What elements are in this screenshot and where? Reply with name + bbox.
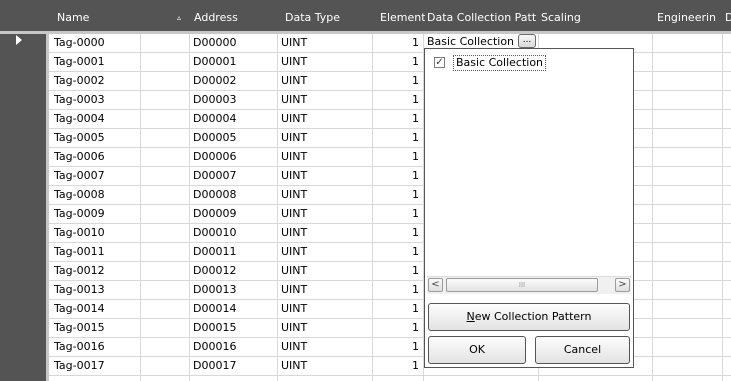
tag-name-cell[interactable]: Tag-0006 [54,148,189,166]
address-cell[interactable]: D00007 [193,167,273,185]
cancel-button[interactable]: Cancel [535,336,630,364]
element-cell[interactable]: 1 [379,205,419,223]
address-cell[interactable]: D00016 [193,338,273,356]
ok-button[interactable]: OK [428,336,526,364]
scroll-left-icon[interactable]: < [428,278,443,292]
data-type-cell[interactable]: UINT [281,262,361,280]
address-cell[interactable]: D00005 [193,129,273,147]
data-type-cell[interactable]: UINT [281,300,361,318]
tag-name-cell[interactable]: Tag-0003 [54,91,189,109]
address-cell[interactable]: D00017 [193,357,273,375]
address-cell[interactable]: D00000 [193,34,273,52]
tag-name-cell[interactable]: Tag-0016 [54,338,189,356]
data-type-cell[interactable]: UINT [281,205,361,223]
element-cell[interactable]: 1 [379,167,419,185]
address-cell[interactable]: D00001 [193,53,273,71]
tag-name-cell[interactable]: Tag-0013 [54,281,189,299]
data-type-cell[interactable]: UINT [281,53,361,71]
data-type-cell[interactable]: UINT [281,72,361,90]
tag-name-cell[interactable]: Tag-0007 [54,167,189,185]
tag-name-cell[interactable]: Tag-0015 [54,319,189,337]
column-header-bar: Name ▵ Address Data Type Element Data Co… [0,0,731,31]
tag-name-cell[interactable]: Tag-0000 [54,34,189,52]
data-type-cell[interactable]: UINT [281,224,361,242]
element-cell[interactable]: 1 [379,262,419,280]
data-type-cell[interactable]: UINT [281,34,361,52]
address-cell[interactable]: D00008 [193,186,273,204]
element-cell[interactable]: 1 [379,319,419,337]
column-header-data-collection-pattern[interactable]: Data Collection Patt [427,11,540,25]
horizontal-scrollbar[interactable]: < III > [427,276,631,294]
address-cell[interactable]: D00009 [193,205,273,223]
tag-name-cell[interactable]: Tag-0010 [54,224,189,242]
element-cell[interactable]: 1 [379,129,419,147]
tag-grid: Name ▵ Address Data Type Element Data Co… [0,0,731,381]
element-cell[interactable]: 1 [379,72,419,90]
data-type-cell[interactable]: UINT [281,129,361,147]
data-type-cell[interactable]: UINT [281,148,361,166]
element-cell[interactable]: 1 [379,110,419,128]
element-cell[interactable]: 1 [379,243,419,261]
column-header-element[interactable]: Element [380,11,425,25]
data-type-cell[interactable]: UINT [281,281,361,299]
address-cell[interactable]: D00012 [193,262,273,280]
address-cell[interactable]: D00013 [193,281,273,299]
data-type-cell[interactable]: UINT [281,167,361,185]
column-header-name[interactable]: Name [57,11,157,25]
element-cell[interactable]: 1 [379,338,419,356]
checkbox-checked-icon[interactable]: ✓ [434,57,445,68]
data-type-cell[interactable]: UINT [281,91,361,109]
tag-name-cell[interactable]: Tag-0008 [54,186,189,204]
tag-name-cell[interactable]: Tag-0001 [54,53,189,71]
data-type-cell[interactable]: UINT [281,243,361,261]
ellipsis-button[interactable]: ... [518,34,536,48]
tag-name-cell[interactable]: Tag-0004 [54,110,189,128]
address-cell[interactable]: D00015 [193,319,273,337]
address-cell[interactable]: D00010 [193,224,273,242]
data-type-cell[interactable]: UINT [281,110,361,128]
tag-name-cell[interactable]: Tag-0017 [54,357,189,375]
data-type-cell[interactable]: UINT [281,357,361,375]
current-row-pointer-icon [16,35,22,45]
element-cell[interactable]: 1 [379,34,419,52]
data-type-cell[interactable]: UINT [281,338,361,356]
tag-name-cell[interactable]: Tag-0009 [54,205,189,223]
tag-name-cell[interactable]: Tag-0005 [54,129,189,147]
column-header-data-type[interactable]: Data Type [285,11,370,25]
column-header-address[interactable]: Address [194,11,274,25]
element-cell[interactable]: 1 [379,281,419,299]
column-header-engineering[interactable]: Engineerin [657,11,723,25]
address-cell[interactable]: D00002 [193,72,273,90]
sort-ascending-icon: ▵ [177,13,182,22]
element-cell[interactable]: 1 [379,186,419,204]
element-cell[interactable]: 1 [379,91,419,109]
collection-pattern-dropdown: ✓ Basic Collection < III > New Collectio… [424,48,634,368]
element-cell[interactable]: 1 [379,148,419,166]
address-cell[interactable]: D00004 [193,110,273,128]
address-cell[interactable]: D00014 [193,300,273,318]
new-collection-pattern-button[interactable]: New Collection Pattern [428,303,630,331]
list-item-label: Basic Collection [453,55,547,71]
element-cell[interactable]: 1 [379,300,419,318]
collection-pattern-list[interactable]: ✓ Basic Collection [427,51,631,296]
column-header-scaling[interactable]: Scaling [541,11,641,25]
scroll-right-icon[interactable]: > [615,278,630,292]
scroll-thumb[interactable]: III [446,278,598,292]
data-type-cell[interactable]: UINT [281,319,361,337]
tag-name-cell[interactable]: Tag-0014 [54,300,189,318]
element-cell[interactable]: 1 [379,357,419,375]
tag-name-cell[interactable]: Tag-0011 [54,243,189,261]
tag-name-cell[interactable]: Tag-0012 [54,262,189,280]
address-cell[interactable]: D00003 [193,91,273,109]
column-header-truncated[interactable]: D [725,11,731,25]
address-cell[interactable]: D00011 [193,243,273,261]
element-cell[interactable]: 1 [379,53,419,71]
row-header-column [0,34,46,381]
tag-name-cell[interactable]: Tag-0002 [54,72,189,90]
element-cell[interactable]: 1 [379,224,419,242]
new-collection-pattern-label: ew Collection Pattern [474,310,592,323]
data-type-cell[interactable]: UINT [281,186,361,204]
new-collection-pattern-accel: N [466,310,475,323]
address-cell[interactable]: D00006 [193,148,273,166]
